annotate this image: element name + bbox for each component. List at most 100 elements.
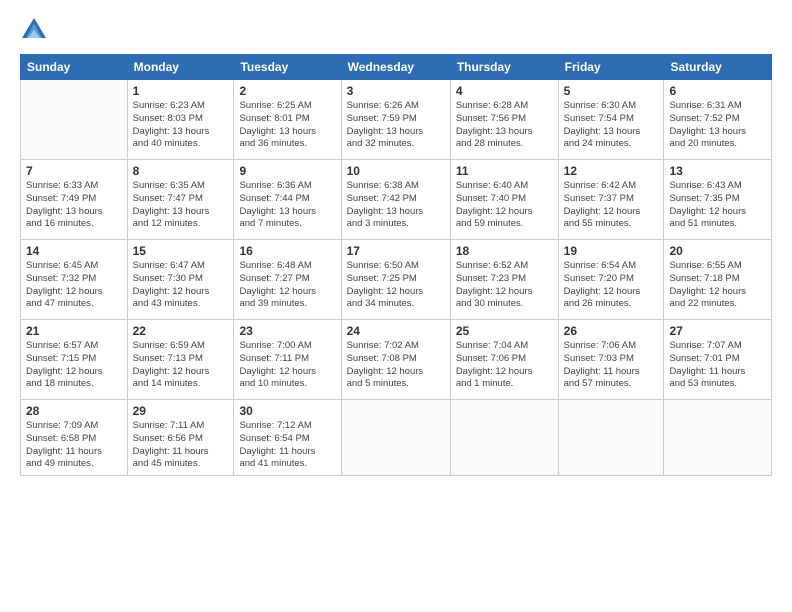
day-cell: 16 Sunrise: 6:48 AMSunset: 7:27 PMDayligh… (234, 240, 341, 320)
day-info: Sunrise: 6:45 AMSunset: 7:32 PMDaylight:… (26, 260, 122, 311)
day-number: 21 (26, 324, 122, 338)
day-cell: 24 Sunrise: 7:02 AMSunset: 7:08 PMDayligh… (341, 320, 450, 400)
day-number: 5 (564, 84, 659, 98)
day-number: 27 (669, 324, 766, 338)
day-info: Sunrise: 6:40 AMSunset: 7:40 PMDaylight:… (456, 180, 553, 231)
day-cell: 29Sunrise: 7:11 AMSunset: 6:56 PMDayligh… (127, 400, 234, 476)
day-info: Sunrise: 7:00 AMSunset: 7:11 PMDaylight:… (239, 340, 335, 391)
day-info: Sunrise: 6:47 AMSunset: 7:30 PMDaylight:… (133, 260, 229, 311)
day-cell: 13Sunrise: 6:43 AMSunset: 7:35 PMDayligh… (664, 160, 772, 240)
day-number: 9 (239, 164, 335, 178)
day-number: 8 (133, 164, 229, 178)
header (20, 16, 772, 44)
header-day-saturday: Saturday (664, 55, 772, 80)
day-cell: 26Sunrise: 7:06 AMSunset: 7:03 PMDayligh… (558, 320, 664, 400)
day-info: Sunrise: 7:04 AMSunset: 7:06 PMDaylight:… (456, 340, 553, 391)
day-number: 29 (133, 404, 229, 418)
day-info: Sunrise: 7:12 AMSunset: 6:54 PMDaylight:… (239, 420, 335, 471)
day-cell (450, 400, 558, 476)
day-number: 11 (456, 164, 553, 178)
day-info: Sunrise: 7:06 AMSunset: 7:03 PMDaylight:… (564, 340, 659, 391)
day-info: Sunrise: 6:35 AMSunset: 7:47 PMDaylight:… (133, 180, 229, 231)
day-number: 30 (239, 404, 335, 418)
day-number: 20 (669, 244, 766, 258)
day-number: 28 (26, 404, 122, 418)
logo-icon (20, 16, 48, 44)
logo (20, 16, 52, 44)
day-cell: 15 Sunrise: 6:47 AMSunset: 7:30 PMDayligh… (127, 240, 234, 320)
week-row-1: 7 Sunrise: 6:33 AMSunset: 7:49 PMDaylight… (21, 160, 772, 240)
day-number: 22 (133, 324, 229, 338)
day-info: Sunrise: 6:54 AMSunset: 7:20 PMDaylight:… (564, 260, 659, 311)
day-cell: 5 Sunrise: 6:30 AMSunset: 7:54 PMDaylight… (558, 80, 664, 160)
day-cell: 2Sunrise: 6:25 AMSunset: 8:01 PMDaylight… (234, 80, 341, 160)
day-info: Sunrise: 7:09 AMSunset: 6:58 PMDaylight:… (26, 420, 122, 471)
day-info: Sunrise: 6:50 AMSunset: 7:25 PMDaylight:… (347, 260, 445, 311)
day-cell: 30 Sunrise: 7:12 AMSunset: 6:54 PMDayligh… (234, 400, 341, 476)
day-cell: 19 Sunrise: 6:54 AMSunset: 7:20 PMDayligh… (558, 240, 664, 320)
header-day-tuesday: Tuesday (234, 55, 341, 80)
day-cell: 1Sunrise: 6:23 AMSunset: 8:03 PMDaylight… (127, 80, 234, 160)
day-cell: 12 Sunrise: 6:42 AMSunset: 7:37 PMDayligh… (558, 160, 664, 240)
day-number: 23 (239, 324, 335, 338)
header-day-friday: Friday (558, 55, 664, 80)
day-cell: 21 Sunrise: 6:57 AMSunset: 7:15 PMDayligh… (21, 320, 128, 400)
day-info: Sunrise: 6:33 AMSunset: 7:49 PMDaylight:… (26, 180, 122, 231)
day-number: 18 (456, 244, 553, 258)
day-info: Sunrise: 6:57 AMSunset: 7:15 PMDaylight:… (26, 340, 122, 391)
week-row-2: 14 Sunrise: 6:45 AMSunset: 7:32 PMDayligh… (21, 240, 772, 320)
day-cell: 11 Sunrise: 6:40 AMSunset: 7:40 PMDayligh… (450, 160, 558, 240)
day-cell: 20 Sunrise: 6:55 AMSunset: 7:18 PMDayligh… (664, 240, 772, 320)
day-info: Sunrise: 7:02 AMSunset: 7:08 PMDaylight:… (347, 340, 445, 391)
day-cell: 17Sunrise: 6:50 AMSunset: 7:25 PMDayligh… (341, 240, 450, 320)
day-number: 25 (456, 324, 553, 338)
day-info: Sunrise: 6:42 AMSunset: 7:37 PMDaylight:… (564, 180, 659, 231)
day-info: Sunrise: 6:38 AMSunset: 7:42 PMDaylight:… (347, 180, 445, 231)
day-info: Sunrise: 7:07 AMSunset: 7:01 PMDaylight:… (669, 340, 766, 391)
day-number: 16 (239, 244, 335, 258)
day-cell: 3 Sunrise: 6:26 AMSunset: 7:59 PMDaylight… (341, 80, 450, 160)
day-number: 15 (133, 244, 229, 258)
day-info: Sunrise: 6:48 AMSunset: 7:27 PMDaylight:… (239, 260, 335, 311)
day-cell: 10 Sunrise: 6:38 AMSunset: 7:42 PMDayligh… (341, 160, 450, 240)
day-info: Sunrise: 6:52 AMSunset: 7:23 PMDaylight:… (456, 260, 553, 311)
page: SundayMondayTuesdayWednesdayThursdayFrid… (0, 0, 792, 612)
day-number: 12 (564, 164, 659, 178)
day-number: 3 (347, 84, 445, 98)
day-cell: 6Sunrise: 6:31 AMSunset: 7:52 PMDaylight… (664, 80, 772, 160)
day-cell (664, 400, 772, 476)
day-number: 10 (347, 164, 445, 178)
day-cell: 7 Sunrise: 6:33 AMSunset: 7:49 PMDaylight… (21, 160, 128, 240)
day-number: 7 (26, 164, 122, 178)
header-day-monday: Monday (127, 55, 234, 80)
day-cell (341, 400, 450, 476)
day-cell: 8 Sunrise: 6:35 AMSunset: 7:47 PMDaylight… (127, 160, 234, 240)
day-cell: 4 Sunrise: 6:28 AMSunset: 7:56 PMDaylight… (450, 80, 558, 160)
day-info: Sunrise: 6:26 AMSunset: 7:59 PMDaylight:… (347, 100, 445, 151)
day-cell: 18 Sunrise: 6:52 AMSunset: 7:23 PMDayligh… (450, 240, 558, 320)
day-cell: 14 Sunrise: 6:45 AMSunset: 7:32 PMDayligh… (21, 240, 128, 320)
day-number: 14 (26, 244, 122, 258)
day-info: Sunrise: 6:43 AMSunset: 7:35 PMDaylight:… (669, 180, 766, 231)
day-cell (558, 400, 664, 476)
day-info: Sunrise: 6:59 AMSunset: 7:13 PMDaylight:… (133, 340, 229, 391)
day-info: Sunrise: 6:28 AMSunset: 7:56 PMDaylight:… (456, 100, 553, 151)
day-info: Sunrise: 6:55 AMSunset: 7:18 PMDaylight:… (669, 260, 766, 311)
day-number: 24 (347, 324, 445, 338)
day-cell: 28 Sunrise: 7:09 AMSunset: 6:58 PMDayligh… (21, 400, 128, 476)
day-cell: 27 Sunrise: 7:07 AMSunset: 7:01 PMDayligh… (664, 320, 772, 400)
day-info: Sunrise: 6:30 AMSunset: 7:54 PMDaylight:… (564, 100, 659, 151)
week-row-3: 21 Sunrise: 6:57 AMSunset: 7:15 PMDayligh… (21, 320, 772, 400)
day-number: 19 (564, 244, 659, 258)
calendar: SundayMondayTuesdayWednesdayThursdayFrid… (20, 54, 772, 476)
day-cell: 9Sunrise: 6:36 AMSunset: 7:44 PMDaylight… (234, 160, 341, 240)
day-info: Sunrise: 6:25 AMSunset: 8:01 PMDaylight:… (239, 100, 335, 151)
day-info: Sunrise: 6:23 AMSunset: 8:03 PMDaylight:… (133, 100, 229, 151)
week-row-0: 1Sunrise: 6:23 AMSunset: 8:03 PMDaylight… (21, 80, 772, 160)
day-cell (21, 80, 128, 160)
week-row-4: 28 Sunrise: 7:09 AMSunset: 6:58 PMDayligh… (21, 400, 772, 476)
day-number: 4 (456, 84, 553, 98)
day-info: Sunrise: 6:31 AMSunset: 7:52 PMDaylight:… (669, 100, 766, 151)
header-day-thursday: Thursday (450, 55, 558, 80)
day-cell: 25 Sunrise: 7:04 AMSunset: 7:06 PMDayligh… (450, 320, 558, 400)
